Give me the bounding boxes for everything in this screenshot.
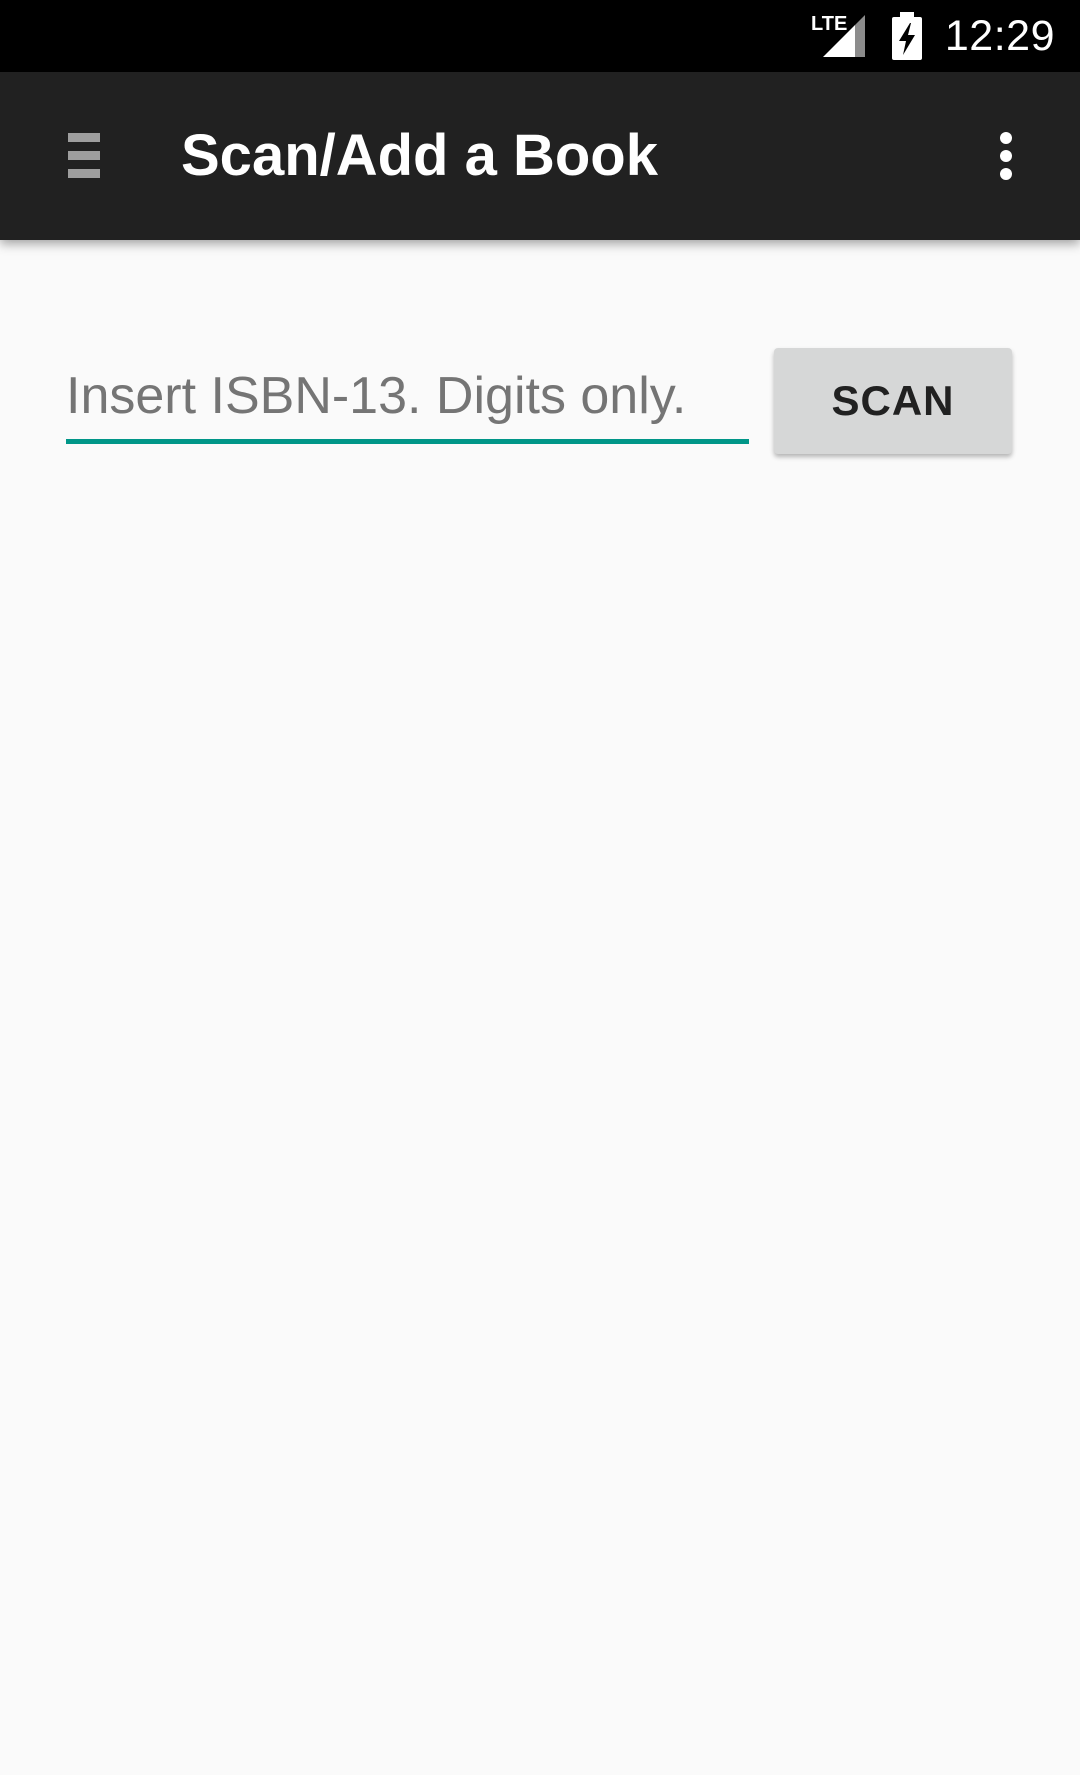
isbn-field	[66, 352, 749, 444]
lte-signal-icon: LTE	[811, 13, 865, 57]
app-bar: Scan/Add a Book	[0, 72, 1080, 240]
overflow-menu-button[interactable]	[966, 116, 1046, 196]
isbn-input[interactable]	[66, 352, 749, 440]
menu-button[interactable]	[44, 116, 124, 196]
menu-icon	[68, 133, 100, 178]
page-title: Scan/Add a Book	[181, 123, 658, 188]
isbn-underline	[66, 439, 749, 444]
battery-charging-icon	[891, 12, 922, 60]
overflow-menu-icon	[1000, 132, 1012, 180]
scan-button[interactable]: SCAN	[774, 348, 1012, 454]
status-icons: LTE 12:29	[811, 0, 1055, 72]
status-time: 12:29	[944, 11, 1055, 60]
status-bar: LTE 12:29	[0, 0, 1080, 72]
network-type-label: LTE	[811, 13, 847, 35]
